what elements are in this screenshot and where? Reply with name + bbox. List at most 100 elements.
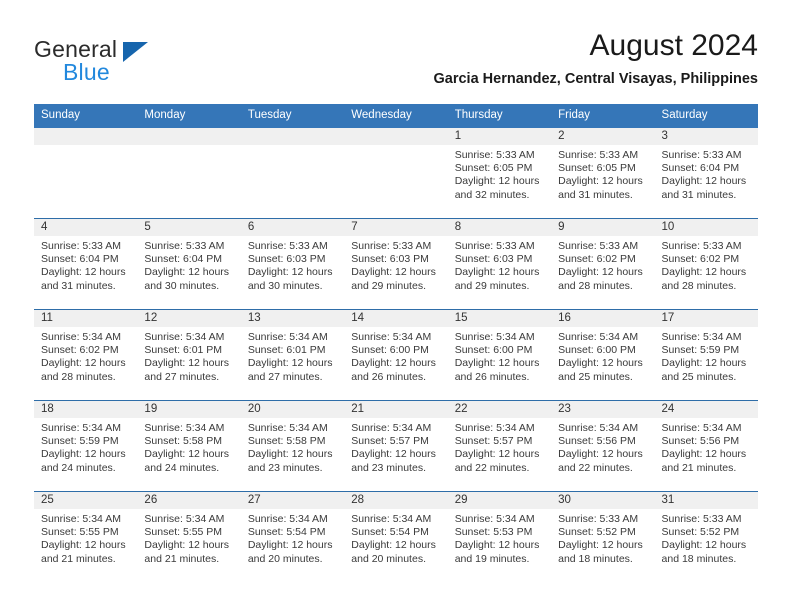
calendar-day-cell[interactable]: 22 Sunrise: 5:34 AM Sunset: 5:57 PM Dayligh…	[447, 400, 552, 492]
calendar-day-cell[interactable]: 28 Sunrise: 5:34 AM Sunset: 5:54 PM Dayligh…	[344, 491, 448, 582]
daylight-text: Daylight: 12 hours and 18 minutes.	[558, 539, 643, 565]
sunrise-text: Sunrise: 5:34 AM	[351, 331, 432, 343]
daylight-text: Daylight: 12 hours and 26 minutes.	[351, 357, 436, 383]
day-number: 18	[34, 401, 138, 418]
calendar-day-cell[interactable]: 16 Sunrise: 5:34 AM Sunset: 6:00 PM Dayligh…	[551, 309, 655, 401]
calendar-day-cell[interactable]: 19 Sunrise: 5:34 AM Sunset: 5:58 PM Dayligh…	[137, 400, 241, 492]
day-sun-info: Sunrise: 5:33 AM Sunset: 6:04 PM Daylight:…	[137, 236, 240, 293]
day-number: 11	[34, 310, 138, 327]
calendar-day-cell[interactable]: 11 Sunrise: 5:34 AM Sunset: 6:02 PM Dayligh…	[34, 309, 138, 401]
day-sun-info: Sunrise: 5:34 AM Sunset: 5:53 PM Daylight:…	[448, 509, 551, 566]
sunset-text: Sunset: 6:05 PM	[454, 162, 533, 175]
calendar-day-cell-empty	[344, 128, 448, 219]
day-number: 24	[654, 401, 758, 418]
day-number: 4	[34, 219, 138, 236]
day-number: 5	[137, 219, 241, 236]
sunset-text: Sunset: 6:01 PM	[247, 344, 326, 357]
weekday-header-thursday: Thursday	[447, 104, 552, 128]
day-sun-info: Sunrise: 5:34 AM Sunset: 5:57 PM Daylight:…	[448, 418, 551, 475]
calendar-day-cell[interactable]: 20 Sunrise: 5:34 AM Sunset: 5:58 PM Dayligh…	[240, 400, 345, 492]
daylight-text: Daylight: 12 hours and 22 minutes.	[454, 448, 540, 474]
calendar-day-cell[interactable]: 2 Sunrise: 5:33 AM Sunset: 6:05 PM Daylight…	[551, 128, 655, 219]
daylight-text: Daylight: 12 hours and 31 minutes.	[661, 175, 747, 201]
calendar-body: 1 Sunrise: 5:33 AM Sunset: 6:05 PM Daylight…	[34, 128, 758, 582]
sunset-text: Sunset: 6:04 PM	[661, 162, 740, 175]
calendar-day-cell[interactable]: 4 Sunrise: 5:33 AM Sunset: 6:04 PM Daylight…	[34, 218, 138, 310]
day-number: 27	[240, 492, 345, 509]
calendar-day-cell[interactable]: 7 Sunrise: 5:33 AM Sunset: 6:03 PM Daylight…	[344, 218, 448, 310]
daylight-text: Daylight: 12 hours and 24 minutes.	[144, 448, 230, 474]
calendar-day-cell[interactable]: 18 Sunrise: 5:34 AM Sunset: 5:59 PM Dayligh…	[34, 400, 138, 492]
calendar-day-cell-empty	[34, 128, 138, 219]
day-sun-info: Sunrise: 5:34 AM Sunset: 6:00 PM Daylight:…	[344, 327, 447, 384]
sunset-text: Sunset: 5:57 PM	[454, 435, 533, 448]
day-sun-info: Sunrise: 5:34 AM Sunset: 5:54 PM Daylight:…	[241, 509, 344, 566]
day-sun-info: Sunrise: 5:33 AM Sunset: 6:05 PM Daylight:…	[551, 145, 654, 202]
calendar-day-cell[interactable]: 30 Sunrise: 5:33 AM Sunset: 5:52 PM Dayligh…	[551, 491, 655, 582]
title-block: August 2024 Garcia Hernandez, Central Vi…	[433, 28, 758, 88]
day-number: 3	[654, 128, 758, 145]
day-number: 31	[654, 492, 758, 509]
calendar-day-cell[interactable]: 10 Sunrise: 5:33 AM Sunset: 6:02 PM Dayligh…	[654, 218, 758, 310]
sunset-text: Sunset: 5:55 PM	[144, 526, 223, 539]
day-sun-info: Sunrise: 5:34 AM Sunset: 5:55 PM Daylight:…	[34, 509, 137, 566]
calendar-day-cell[interactable]: 17 Sunrise: 5:34 AM Sunset: 5:59 PM Dayligh…	[654, 309, 758, 401]
sunrise-text: Sunrise: 5:34 AM	[454, 513, 535, 525]
day-sun-info: Sunrise: 5:33 AM Sunset: 6:04 PM Daylight:…	[34, 236, 137, 293]
calendar-day-cell[interactable]: 12 Sunrise: 5:34 AM Sunset: 6:01 PM Dayligh…	[137, 309, 241, 401]
sunset-text: Sunset: 5:59 PM	[661, 344, 740, 357]
calendar-day-cell[interactable]: 3 Sunrise: 5:33 AM Sunset: 6:04 PM Daylight…	[654, 128, 758, 219]
day-sun-info: Sunrise: 5:33 AM Sunset: 6:03 PM Daylight:…	[241, 236, 344, 293]
daylight-text: Daylight: 12 hours and 21 minutes.	[144, 539, 230, 565]
calendar-day-cell[interactable]: 29 Sunrise: 5:34 AM Sunset: 5:53 PM Dayligh…	[447, 491, 552, 582]
sunrise-text: Sunrise: 5:34 AM	[558, 422, 639, 434]
calendar-day-cell[interactable]: 26 Sunrise: 5:34 AM Sunset: 5:55 PM Dayligh…	[137, 491, 241, 582]
calendar-day-cell[interactable]: 23 Sunrise: 5:34 AM Sunset: 5:56 PM Dayligh…	[551, 400, 655, 492]
calendar-day-cell-empty	[240, 128, 345, 219]
calendar-day-cell[interactable]: 9 Sunrise: 5:33 AM Sunset: 6:02 PM Daylight…	[551, 218, 655, 310]
calendar-day-cell[interactable]: 21 Sunrise: 5:34 AM Sunset: 5:57 PM Dayligh…	[344, 400, 448, 492]
calendar-day-cell[interactable]: 8 Sunrise: 5:33 AM Sunset: 6:03 PM Daylight…	[447, 218, 552, 310]
calendar-day-cell[interactable]: 24 Sunrise: 5:34 AM Sunset: 5:56 PM Dayligh…	[654, 400, 758, 492]
sunset-text: Sunset: 6:00 PM	[558, 344, 636, 357]
day-sun-info: Sunrise: 5:33 AM Sunset: 6:02 PM Daylight:…	[551, 236, 654, 293]
daylight-text: Daylight: 12 hours and 28 minutes.	[558, 266, 643, 292]
sunset-text: Sunset: 6:03 PM	[454, 253, 533, 266]
page-title: August 2024	[589, 29, 758, 62]
calendar-day-cell[interactable]: 15 Sunrise: 5:34 AM Sunset: 6:00 PM Dayligh…	[447, 309, 552, 401]
calendar-day-cell[interactable]: 6 Sunrise: 5:33 AM Sunset: 6:03 PM Daylight…	[240, 218, 345, 310]
day-number	[344, 128, 448, 145]
sunset-text: Sunset: 6:03 PM	[351, 253, 429, 266]
calendar-week-row: 18 Sunrise: 5:34 AM Sunset: 5:59 PM Dayligh…	[34, 400, 758, 492]
calendar-day-cell[interactable]: 14 Sunrise: 5:34 AM Sunset: 6:00 PM Dayligh…	[344, 309, 448, 401]
day-sun-info: Sunrise: 5:34 AM Sunset: 6:00 PM Daylight:…	[448, 327, 551, 384]
day-number: 8	[447, 219, 552, 236]
day-number	[34, 128, 138, 145]
calendar-day-cell[interactable]: 1 Sunrise: 5:33 AM Sunset: 6:05 PM Daylight…	[447, 128, 552, 219]
calendar-day-cell[interactable]: 27 Sunrise: 5:34 AM Sunset: 5:54 PM Dayligh…	[240, 491, 345, 582]
sunrise-text: Sunrise: 5:33 AM	[661, 513, 742, 525]
daylight-text: Daylight: 12 hours and 20 minutes.	[351, 539, 436, 565]
generalblue-logo[interactable]: General Blue	[34, 36, 274, 94]
day-sun-info: Sunrise: 5:34 AM Sunset: 5:58 PM Daylight:…	[241, 418, 344, 475]
sunset-text: Sunset: 6:03 PM	[247, 253, 326, 266]
calendar-day-cell[interactable]: 5 Sunrise: 5:33 AM Sunset: 6:04 PM Daylight…	[137, 218, 241, 310]
calendar-day-cell[interactable]: 25 Sunrise: 5:34 AM Sunset: 5:55 PM Dayligh…	[34, 491, 138, 582]
sunrise-text: Sunrise: 5:34 AM	[41, 331, 121, 343]
day-sun-info: Sunrise: 5:33 AM Sunset: 6:05 PM Daylight:…	[448, 145, 551, 202]
weekday-header-friday: Friday	[551, 104, 655, 128]
sunrise-text: Sunrise: 5:33 AM	[661, 149, 742, 161]
day-sun-info: Sunrise: 5:33 AM Sunset: 6:03 PM Daylight:…	[448, 236, 551, 293]
calendar-day-cell[interactable]: 13 Sunrise: 5:34 AM Sunset: 6:01 PM Dayligh…	[240, 309, 345, 401]
day-number	[240, 128, 345, 145]
calendar-table: Sunday Monday Tuesday Wednesday Thursday Frid…	[34, 104, 758, 582]
calendar-week-row: 11 Sunrise: 5:34 AM Sunset: 6:02 PM Dayligh…	[34, 309, 758, 401]
day-number: 12	[137, 310, 241, 327]
sunset-text: Sunset: 6:04 PM	[41, 253, 119, 266]
sunrise-text: Sunrise: 5:34 AM	[454, 422, 535, 434]
day-number: 21	[344, 401, 448, 418]
day-number: 10	[654, 219, 758, 236]
calendar-day-cell[interactable]: 31 Sunrise: 5:33 AM Sunset: 5:52 PM Dayligh…	[654, 491, 758, 582]
day-sun-info: Sunrise: 5:33 AM Sunset: 5:52 PM Daylight:…	[655, 509, 758, 566]
daylight-text: Daylight: 12 hours and 27 minutes.	[144, 357, 230, 383]
